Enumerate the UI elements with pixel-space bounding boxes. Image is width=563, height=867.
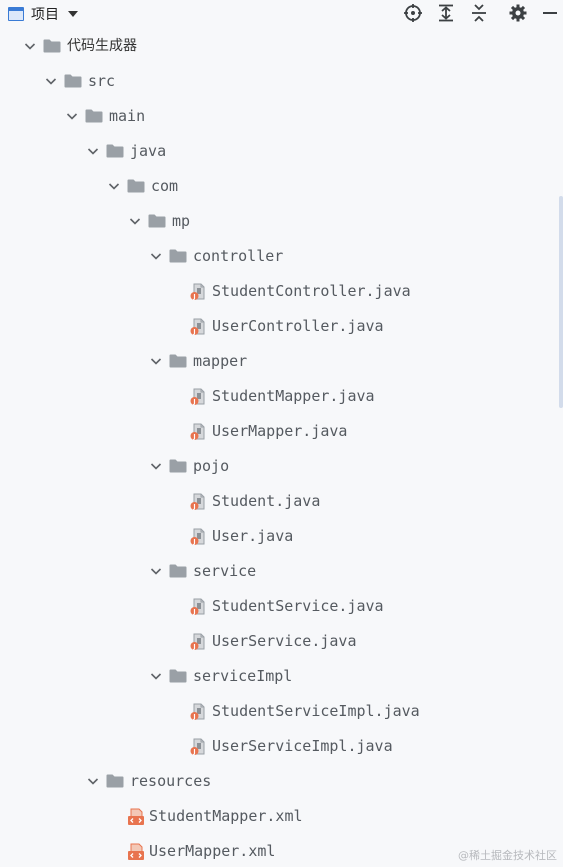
svg-text:J: J (192, 294, 195, 301)
folder-icon (43, 39, 61, 53)
java-file-icon: J (190, 633, 205, 651)
tree-item-label: 代码生成器 (67, 38, 137, 54)
tree-item-label: UserServiceImpl.java (212, 737, 393, 755)
vertical-scrollbar[interactable] (559, 196, 563, 408)
tree-item-studentservice-java[interactable]: J StudentService.java (0, 594, 540, 618)
tree-item-label: StudentService.java (212, 597, 384, 615)
tree-item-main[interactable]: main (0, 104, 540, 128)
chevron-down-icon[interactable] (43, 73, 59, 89)
tree-item-java[interactable]: java (0, 139, 540, 163)
chevron-down-icon[interactable] (85, 773, 101, 789)
chevron-down-icon[interactable] (64, 108, 80, 124)
folder-icon (148, 214, 166, 228)
tree-item-resources[interactable]: resources (0, 769, 540, 793)
tree-item-userserviceimpl-java[interactable]: J UserServiceImpl.java (0, 734, 540, 758)
folder-icon (169, 249, 187, 263)
tree-item-label: mapper (193, 352, 248, 370)
folder-icon (64, 74, 82, 88)
chevron-down-icon[interactable] (148, 353, 164, 369)
folder-icon (169, 564, 187, 578)
tree-item-usercontroller-java[interactable]: J UserController.java (0, 314, 540, 338)
tree-item-label: service (193, 562, 257, 580)
folder-icon (127, 179, 145, 193)
java-file-icon: J (190, 493, 205, 511)
svg-text:J: J (192, 434, 195, 441)
tree-item-label: UserMapper.java (212, 422, 348, 440)
tree-item-label: StudentMapper.xml (149, 807, 303, 825)
tree-item-service[interactable]: service (0, 559, 540, 583)
tree-item-label: UserService.java (212, 632, 357, 650)
tree-item-studentserviceimpl-java[interactable]: J StudentServiceImpl.java (0, 699, 540, 723)
watermark: @稀土掘金技术社区 (458, 849, 557, 862)
tree-item-label: StudentServiceImpl.java (212, 702, 420, 720)
folder-icon (106, 774, 124, 788)
tree-item-src[interactable]: src (0, 69, 540, 93)
tree-item-pojo[interactable]: pojo (0, 454, 540, 478)
svg-text:J: J (192, 609, 195, 616)
java-file-icon: J (190, 283, 205, 301)
tree-item-label: User.java (212, 527, 294, 545)
tree-item-label: com (151, 177, 179, 195)
chevron-down-icon[interactable] (148, 668, 164, 684)
tree-item-label: serviceImpl (193, 667, 293, 685)
tree-item-label: StudentController.java (212, 282, 411, 300)
xml-file-icon (128, 843, 144, 860)
tree-item-代码生成器[interactable]: 代码生成器 (0, 34, 540, 58)
tree-item-studentmapper-xml[interactable]: StudentMapper.xml (0, 804, 540, 828)
tree-item-label: controller (193, 247, 284, 265)
tree-item-studentcontroller-java[interactable]: J StudentController.java (0, 279, 540, 303)
chevron-down-icon[interactable] (148, 248, 164, 264)
svg-text:J: J (192, 749, 195, 756)
svg-text:J: J (192, 329, 195, 336)
java-file-icon: J (190, 738, 205, 756)
tree-item-mp[interactable]: mp (0, 209, 540, 233)
chevron-down-icon[interactable] (22, 38, 38, 54)
svg-text:J: J (192, 714, 195, 721)
svg-text:J: J (192, 504, 195, 511)
tree-item-label: UserMapper.xml (149, 842, 276, 860)
chevron-down-icon[interactable] (106, 178, 122, 194)
tree-item-label: mp (172, 212, 191, 230)
tree-item-com[interactable]: com (0, 174, 540, 198)
java-file-icon: J (190, 528, 205, 546)
tree-item-label: src (88, 72, 116, 90)
folder-icon (169, 459, 187, 473)
tree-item-student-java[interactable]: J Student.java (0, 489, 540, 513)
tree-item-label: resources (130, 772, 212, 790)
svg-text:J: J (192, 539, 195, 546)
folder-icon (169, 354, 187, 368)
tree-item-userservice-java[interactable]: J UserService.java (0, 629, 540, 653)
xml-file-icon (128, 808, 144, 825)
chevron-down-icon[interactable] (85, 143, 101, 159)
chevron-down-icon[interactable] (148, 458, 164, 474)
java-file-icon: J (190, 318, 205, 336)
java-file-icon: J (190, 598, 205, 616)
java-file-icon: J (190, 703, 205, 721)
folder-icon (169, 669, 187, 683)
tree-item-mapper[interactable]: mapper (0, 349, 540, 373)
project-tree: 代码生成器 src main java com mp controller J StudentC… (0, 0, 563, 867)
chevron-down-icon[interactable] (148, 563, 164, 579)
tree-item-user-java[interactable]: J User.java (0, 524, 540, 548)
tree-item-label: Student.java (212, 492, 321, 510)
folder-icon (106, 144, 124, 158)
tree-item-label: pojo (193, 457, 230, 475)
java-file-icon: J (190, 423, 205, 441)
tree-item-label: UserController.java (212, 317, 384, 335)
tree-item-label: main (109, 107, 146, 125)
tree-item-usermapper-java[interactable]: J UserMapper.java (0, 419, 540, 443)
java-file-icon: J (190, 388, 205, 406)
svg-text:J: J (192, 644, 195, 651)
tree-item-serviceimpl[interactable]: serviceImpl (0, 664, 540, 688)
tree-item-label: java (130, 142, 167, 160)
svg-text:J: J (192, 399, 195, 406)
tree-item-controller[interactable]: controller (0, 244, 540, 268)
tree-item-label: StudentMapper.java (212, 387, 375, 405)
folder-icon (85, 109, 103, 123)
tree-item-studentmapper-java[interactable]: J StudentMapper.java (0, 384, 540, 408)
chevron-down-icon[interactable] (127, 213, 143, 229)
